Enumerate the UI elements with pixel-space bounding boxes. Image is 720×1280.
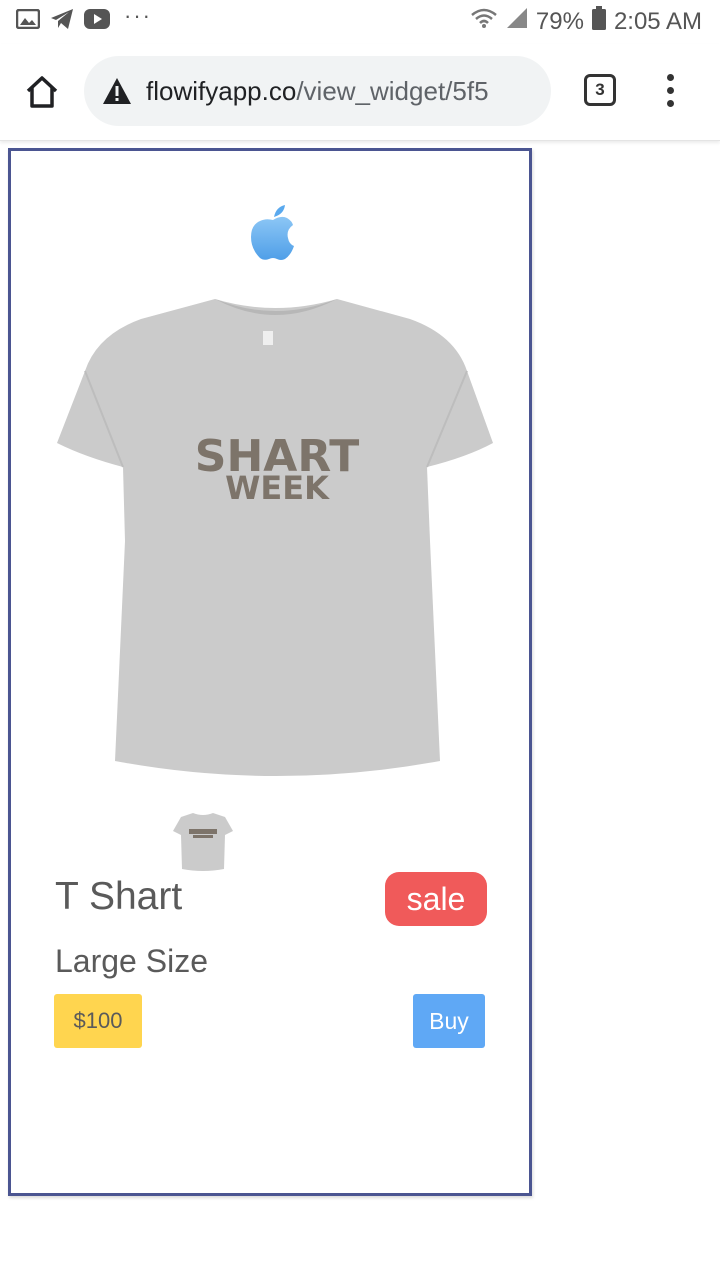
apple-logo-icon: [247, 203, 299, 261]
product-subtitle: Large Size: [55, 943, 208, 979]
status-bar: ··· 79% 2:05 AM: [0, 0, 720, 44]
address-bar[interactable]: flowifyapp.co/view_widget/5f5: [84, 56, 551, 126]
buy-button[interactable]: Buy: [413, 994, 485, 1048]
product-title: T Shart: [55, 875, 183, 918]
gallery-icon: [15, 8, 41, 34]
url-domain: flowifyapp.co: [146, 76, 297, 106]
browser-toolbar: flowifyapp.co/view_widget/5f5 3: [0, 44, 720, 141]
price-tag: $100: [54, 994, 142, 1048]
print-line-2: WEEK: [225, 469, 330, 507]
more-options-icon[interactable]: [662, 74, 678, 114]
wifi-icon: [470, 7, 498, 36]
product-thumbnail[interactable]: [169, 809, 237, 877]
product-widget-card: SHART WEEK T Shart sale Large Size $100 …: [8, 148, 532, 1196]
product-image: SHART WEEK: [55, 291, 495, 791]
battery-icon: [591, 6, 606, 37]
url-text[interactable]: flowifyapp.co/view_widget/5f5: [146, 76, 489, 107]
home-icon[interactable]: [22, 72, 62, 112]
telegram-icon: [50, 8, 74, 35]
signal-icon: [506, 7, 528, 36]
sale-badge: sale: [385, 872, 487, 926]
tab-switcher-button[interactable]: 3: [584, 74, 616, 106]
notification-overflow: ···: [124, 2, 152, 28]
youtube-icon: [84, 9, 110, 34]
not-secure-warning-icon[interactable]: [102, 77, 132, 105]
url-path: /view_widget/5f5: [296, 76, 489, 106]
clock: 2:05 AM: [613, 7, 702, 35]
battery-percent: 79%: [535, 7, 584, 35]
